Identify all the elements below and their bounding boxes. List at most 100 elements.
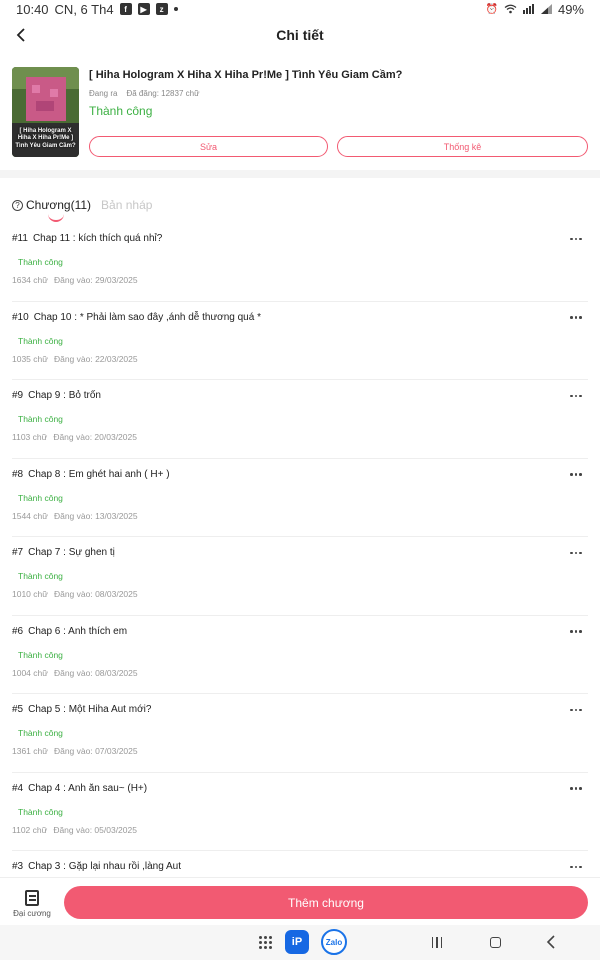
more-options-icon[interactable] [564,543,588,563]
ip-app-icon[interactable]: iP [284,929,310,955]
add-chapter-button[interactable]: Thêm chương [64,886,588,919]
chapter-title-line: #10 Chap 10 : * Phải làm sao đây ,ánh dễ … [12,312,261,323]
chapter-status: Thành công [18,257,63,267]
status-time: 10:40 [16,1,49,17]
active-tab-indicator [48,214,64,222]
home-button[interactable] [484,929,506,955]
chapter-meta: 1634 chữ Đăng vào: 29/03/2025 [12,275,138,285]
chapter-word-count: 1544 chữ [12,510,48,521]
more-options-icon[interactable] [564,700,588,720]
chapter-number: #10 [12,311,29,323]
back-chevron-icon [546,935,555,949]
chapter-title: Chap 11 : kích thích quá nhỉ? [32,233,163,244]
story-word-count: Đã đăng: 12837 chữ [126,89,200,98]
back-button[interactable] [8,22,34,48]
chapter-status: Thành công [18,335,63,346]
chapter-word-count: 1103 chữ [12,432,48,442]
status-bar: 10:40 CN, 6 Th4 f ▶ z ⏰ 49% [0,0,600,18]
chapter-title: Chap 10 : * Phải làm sao đây ,ánh dễ thư… [33,311,261,323]
status-date: CN, 6 Th4 [54,1,114,17]
chapter-row[interactable]: #8 Chap 8 : Em ghét hai anh ( H+ ) Thành … [12,459,588,537]
system-back-button[interactable] [540,929,562,955]
page-title: Chi tiết [276,27,324,43]
chapter-row[interactable]: #10 Chap 10 : * Phải làm sao đây ,ánh dễ … [12,302,588,380]
chapter-meta: 1103 chữ Đăng vào: 20/03/2025 [12,432,137,442]
tab-chapters[interactable]: ? Chương(11) [12,198,91,222]
recents-button[interactable] [426,929,448,955]
chapter-row[interactable]: #9 Chap 9 : Bỏ trốn Thành công 1103 chữ Đă… [12,380,588,459]
outline-button[interactable]: Đại cương [8,884,56,924]
chapter-meta: 1035 chữ Đăng vào: 22/03/2025 [12,354,138,364]
chapter-title: Chap 7 : Sự ghen tị [28,547,115,558]
chapter-row[interactable]: #3 Chap 3 : Gặp lại nhau rồi ,làng Aut [12,851,588,876]
tab-drafts[interactable]: Bản nháp [101,198,152,212]
chapter-meta: 1544 chữ Đăng vào: 13/03/2025 [12,511,138,521]
lte-signal-icon [522,4,534,14]
chapter-meta: 1102 chữ Đăng vào: 05/03/2025 [12,825,137,835]
chapter-number: #8 [12,468,24,480]
chapter-date: Đăng vào: 22/03/2025 [53,353,138,364]
more-options-icon[interactable] [564,465,588,485]
story-meta: Đang ra Đã đăng: 12837 chữ [89,89,199,98]
more-options-icon[interactable] [564,779,588,799]
ip-app-logo: iP [285,930,309,954]
chapter-list: #11 Chap 11 : kích thích quá nhỉ? Thành c… [0,223,600,876]
more-options-icon[interactable] [564,857,588,876]
chapter-title-line: #8 Chap 8 : Em ghét hai anh ( H+ ) [12,469,170,480]
chapter-title: Chap 9 : Bỏ trốn [28,390,101,401]
more-options-icon[interactable] [564,308,588,328]
chapter-word-count: 1010 chữ [12,589,48,599]
chapter-number: #5 [12,704,24,715]
facebook-notification-icon: f [119,3,132,15]
chapter-number: #6 [12,625,24,637]
chapter-number: #3 [12,861,24,872]
wifi-icon [504,4,517,14]
chapter-word-count: 1102 chữ [12,824,48,835]
more-notifications-icon [173,7,178,11]
chapter-title-line: #9 Chap 9 : Bỏ trốn [12,390,101,401]
chapter-meta: 1004 chữ Đăng vào: 08/03/2025 [12,668,138,678]
outline-label: Đại cương [13,909,51,918]
youtube-notification-icon: ▶ [137,3,150,15]
chapter-date: Đăng vào: 20/03/2025 [53,432,137,442]
notes-icon [25,890,39,906]
chapter-status: Thành công [18,728,63,738]
story-cover-image[interactable]: [ Hiha Hologram X Hiha X Hiha Pr!Me ] Tì… [12,67,79,157]
help-icon[interactable]: ? [12,199,23,211]
edit-button[interactable]: Sửa [89,136,328,157]
chapter-status: Thành công [18,492,63,503]
chapter-row[interactable]: #4 Chap 4 : Anh ăn sau~ (H+) Thành công 1… [12,773,588,851]
more-options-icon[interactable] [564,386,588,406]
zalo-app-icon[interactable]: Zalo [320,929,348,955]
chapter-row[interactable]: #6 Chap 6 : Anh thích em Thành công 1004 … [12,616,588,694]
chapter-title-line: #11 Chap 11 : kích thích quá nhỉ? [12,233,162,244]
chapter-title: Chap 6 : Anh thích em [28,625,128,637]
back-arrow-icon [16,28,25,42]
chapter-row[interactable]: #5 Chap 5 : Một Hiha Aut mới? Thành công … [12,694,588,773]
home-icon [489,936,501,948]
chapter-word-count: 1004 chữ [12,667,48,678]
chapter-title: Chap 4 : Anh ăn sau~ (H+) [28,782,148,794]
section-divider [0,170,600,178]
chapter-number: #4 [12,782,24,794]
chapter-date: Đăng vào: 29/03/2025 [53,275,138,285]
more-options-icon[interactable] [564,622,588,642]
chapter-tabs: ? Chương(11) Bản nháp [12,192,152,222]
chapter-title-line: #3 Chap 3 : Gặp lại nhau rồi ,làng Aut [12,861,181,872]
recents-icon [431,936,443,948]
chapter-title: Chap 5 : Một Hiha Aut mới? [28,704,152,715]
chapter-status: Thành công [18,571,63,581]
chapter-row[interactable]: #7 Chap 7 : Sự ghen tị Thành công 1010 ch… [12,537,588,616]
chapter-title: Chap 8 : Em ghét hai anh ( H+ ) [28,468,170,480]
chapter-title-line: #4 Chap 4 : Anh ăn sau~ (H+) [12,783,147,794]
app-drawer-icon[interactable] [254,929,276,955]
stats-button[interactable]: Thống kê [337,136,588,157]
chapter-date: Đăng vào: 08/03/2025 [53,589,138,599]
chapter-number: #9 [12,390,24,401]
more-options-icon[interactable] [564,229,588,249]
chapter-meta: 1010 chữ Đăng vào: 08/03/2025 [12,589,138,599]
bottom-action-bar: Đại cương Thêm chương [0,877,600,925]
chapter-number: #11 [12,233,28,244]
chapter-row[interactable]: #11 Chap 11 : kích thích quá nhỉ? Thành c… [12,223,588,302]
chapter-number: #7 [12,547,24,558]
